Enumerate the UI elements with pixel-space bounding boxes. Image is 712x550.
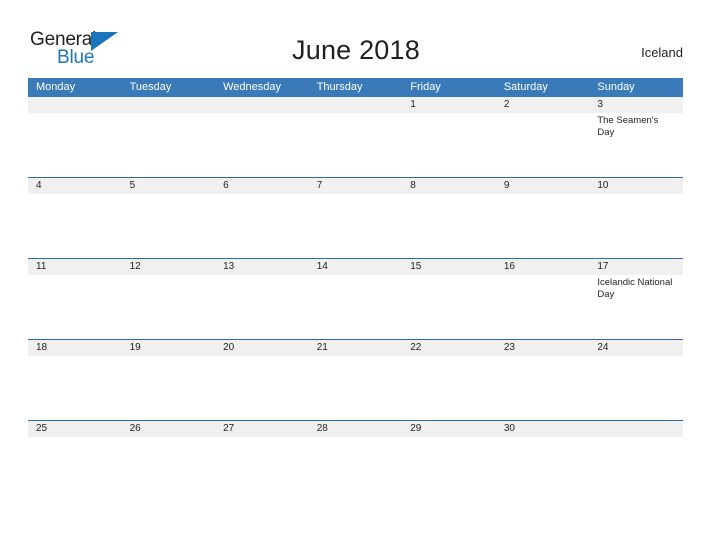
day-number: 29 xyxy=(402,421,496,437)
calendar-week-row: 4 5 6 7 8 9 10 xyxy=(28,177,683,258)
day-cell-empty xyxy=(121,97,216,177)
day-number: 12 xyxy=(121,259,216,275)
day-cell[interactable]: 23 xyxy=(495,340,590,420)
weekday-header-saturday: Saturday xyxy=(503,81,548,93)
day-cell[interactable]: 1 xyxy=(402,97,496,177)
weekday-header-monday: Monday xyxy=(36,81,76,93)
day-cell[interactable]: 14 xyxy=(308,259,403,339)
calendar-week-row: 11 12 13 14 15 16 17 Icelandic National Day xyxy=(28,258,683,339)
day-number: 3 xyxy=(589,97,683,113)
day-number: 16 xyxy=(495,259,590,275)
day-number: 27 xyxy=(215,421,309,437)
day-number: 5 xyxy=(121,178,216,194)
day-number: 13 xyxy=(215,259,309,275)
event-label: The Seamen's Day xyxy=(597,115,659,138)
day-cell[interactable]: 6 xyxy=(215,178,309,258)
weekday-header-thursday: Thursday xyxy=(316,81,363,93)
weekday-header-wednesday: Wednesday xyxy=(223,81,282,93)
day-number: 25 xyxy=(28,421,122,437)
day-number: 20 xyxy=(215,340,309,356)
day-cell[interactable]: 7 xyxy=(308,178,403,258)
day-cell[interactable]: 22 xyxy=(402,340,496,420)
day-events: Icelandic National Day xyxy=(589,275,683,300)
day-events: The Seamen's Day xyxy=(589,113,683,138)
day-cell[interactable]: 13 xyxy=(215,259,309,339)
day-number xyxy=(308,97,403,113)
day-number: 8 xyxy=(402,178,496,194)
day-number: 15 xyxy=(402,259,496,275)
day-cell[interactable]: 26 xyxy=(121,421,216,501)
day-cell[interactable]: 8 xyxy=(402,178,496,258)
day-cell-empty xyxy=(215,97,309,177)
day-number: 19 xyxy=(121,340,216,356)
day-number: 23 xyxy=(495,340,590,356)
page-title: June 2018 xyxy=(292,35,420,65)
weekday-header-sunday: Sunday xyxy=(597,81,635,93)
day-cell[interactable]: 19 xyxy=(121,340,216,420)
day-cell-empty xyxy=(28,97,122,177)
day-cell[interactable]: 15 xyxy=(402,259,496,339)
day-cell[interactable]: 27 xyxy=(215,421,309,501)
day-cell[interactable]: 28 xyxy=(308,421,403,501)
day-number: 9 xyxy=(495,178,590,194)
day-number: 21 xyxy=(308,340,403,356)
day-cell[interactable]: 30 xyxy=(495,421,590,501)
day-cell[interactable]: 5 xyxy=(121,178,216,258)
day-cell[interactable]: 3 The Seamen's Day xyxy=(589,97,683,177)
day-number: 11 xyxy=(28,259,122,275)
day-cell[interactable]: 10 xyxy=(589,178,683,258)
calendar-page: General Blue June 2018 Iceland Monday Tue… xyxy=(0,0,712,550)
weekday-header-friday: Friday xyxy=(410,81,441,93)
day-number xyxy=(28,97,122,113)
day-number: 7 xyxy=(308,178,403,194)
day-number: 1 xyxy=(402,97,496,113)
day-cell[interactable]: 17 Icelandic National Day xyxy=(589,259,683,339)
day-cell[interactable]: 20 xyxy=(215,340,309,420)
day-cell[interactable]: 25 xyxy=(28,421,122,501)
day-number: 2 xyxy=(495,97,590,113)
day-number: 22 xyxy=(402,340,496,356)
country-label: Iceland xyxy=(641,45,683,60)
day-cell[interactable]: 24 xyxy=(589,340,683,420)
weekday-header-row: Monday Tuesday Wednesday Thursday Friday Satu… xyxy=(28,78,683,97)
weekday-header-tuesday: Tuesday xyxy=(129,81,172,93)
page-header: General Blue June 2018 Iceland xyxy=(0,0,712,78)
day-cell[interactable]: 12 xyxy=(121,259,216,339)
calendar-grid: Monday Tuesday Wednesday Thursday Friday Satu… xyxy=(28,78,683,501)
day-number xyxy=(121,97,216,113)
calendar-body: 1 2 3 The Seamen's Day 4 5 6 7 8 9 10 11 12 13 14 15 16 1… xyxy=(28,97,683,501)
calendar-week-row: 18 19 20 21 22 23 24 xyxy=(28,339,683,420)
day-number xyxy=(589,421,683,437)
day-cell-empty xyxy=(308,97,403,177)
day-number: 18 xyxy=(28,340,122,356)
day-cell[interactable]: 16 xyxy=(495,259,590,339)
day-number xyxy=(215,97,309,113)
day-number: 4 xyxy=(28,178,122,194)
day-number: 17 xyxy=(589,259,683,275)
calendar-week-row: 25 26 27 28 29 30 xyxy=(28,420,683,501)
day-cell[interactable]: 4 xyxy=(28,178,122,258)
day-number: 14 xyxy=(308,259,403,275)
day-number: 26 xyxy=(121,421,216,437)
day-number: 30 xyxy=(495,421,590,437)
day-number: 10 xyxy=(589,178,683,194)
day-cell-empty xyxy=(589,421,683,501)
day-cell[interactable]: 9 xyxy=(495,178,590,258)
calendar-week-row: 1 2 3 The Seamen's Day xyxy=(28,97,683,177)
day-number: 28 xyxy=(308,421,403,437)
event-label: Icelandic National Day xyxy=(597,277,673,300)
day-cell[interactable]: 2 xyxy=(495,97,590,177)
day-number: 6 xyxy=(215,178,309,194)
day-cell[interactable]: 21 xyxy=(308,340,403,420)
day-cell[interactable]: 29 xyxy=(402,421,496,501)
day-cell[interactable]: 18 xyxy=(28,340,122,420)
day-cell[interactable]: 11 xyxy=(28,259,122,339)
day-number: 24 xyxy=(589,340,683,356)
